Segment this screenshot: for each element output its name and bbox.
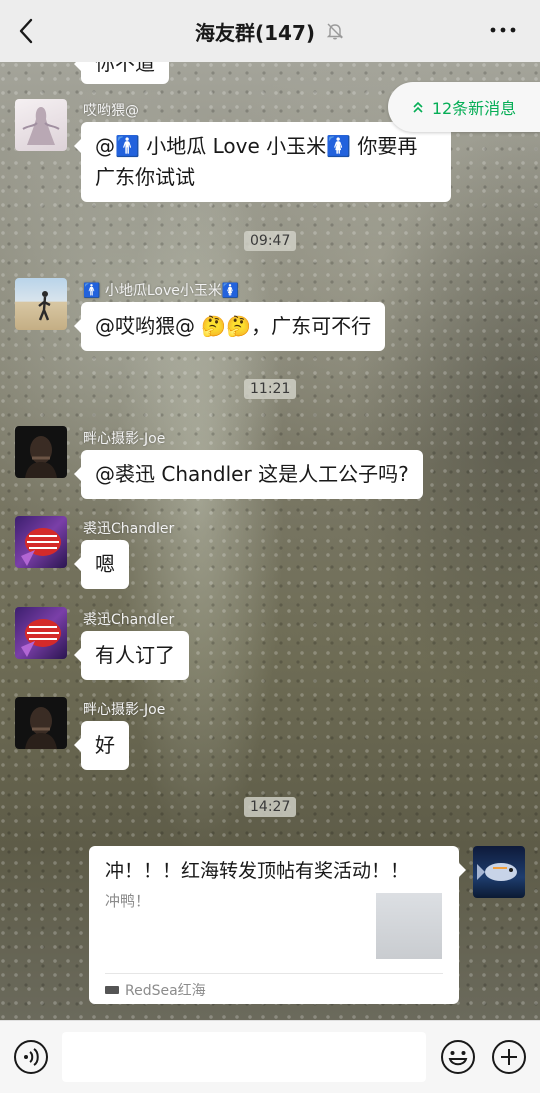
- sender-name: 畔心摄影-Joe: [83, 431, 166, 447]
- more-options-button[interactable]: [488, 20, 518, 40]
- avatar-image: [21, 528, 61, 566]
- sender-name: 裘迅Chandler: [83, 612, 175, 628]
- timestamp: 14:27: [244, 797, 297, 817]
- message-text: @哎哟猥@ 🤔🤔，广东可不行: [95, 314, 372, 338]
- message-text: @🚹 小地瓜 Love 小玉米🚺 你要再广东你试试: [95, 134, 418, 189]
- source-logo-icon: [105, 986, 119, 994]
- input-bar: [0, 1020, 540, 1093]
- sender-name: 哎哟猥@: [83, 103, 139, 119]
- message-bubble[interactable]: 你不道: [74, 62, 169, 84]
- message-text: 你不道: [95, 62, 155, 75]
- message-bubble[interactable]: 嗯: [74, 540, 129, 589]
- link-card-source: RedSea红海: [105, 980, 206, 1000]
- avatar[interactable]: [15, 697, 67, 749]
- chat-title: 海友群(147): [194, 20, 316, 45]
- message-text: 嗯: [95, 552, 115, 576]
- message-bubble[interactable]: @🚹 小地瓜 Love 小玉米🚺 你要再广东你试试: [74, 122, 451, 202]
- timestamp: 11:21: [244, 379, 297, 399]
- my-avatar[interactable]: [473, 846, 525, 898]
- message-input[interactable]: [62, 1032, 426, 1082]
- emoji-icon[interactable]: [440, 1039, 476, 1075]
- link-card-source-name: RedSea红海: [125, 983, 206, 999]
- message-text: 有人订了: [95, 643, 175, 667]
- chat-title-area[interactable]: 海友群(147): [195, 17, 345, 46]
- sender-name: 裘迅Chandler: [83, 521, 175, 537]
- message-bubble[interactable]: @哎哟猥@ 🤔🤔，广东可不行: [73, 302, 386, 351]
- double-chevron-up-icon: [413, 101, 423, 113]
- plus-icon[interactable]: [491, 1039, 527, 1075]
- chat-header: 海友群(147): [0, 0, 540, 62]
- timestamp: 09:47: [244, 231, 297, 251]
- sender-name: 畔心摄影-Joe: [83, 702, 166, 718]
- link-card-divider: [105, 973, 443, 974]
- bell-off-icon: [326, 23, 344, 40]
- avatar[interactable]: [15, 607, 67, 659]
- sender-name: 🚹 小地瓜Love小玉米🚺: [83, 283, 240, 299]
- avatar[interactable]: [15, 278, 67, 330]
- voice-icon[interactable]: [13, 1039, 49, 1075]
- message-bubble[interactable]: 有人订了: [74, 631, 189, 680]
- link-card-thumbnail: [376, 893, 442, 959]
- message-text: @裘迅 Chandler 这是人工公子吗?: [95, 462, 409, 486]
- link-card-description: 冲鸭！: [105, 892, 151, 910]
- message-text: 好: [95, 733, 115, 757]
- avatar-image: [21, 619, 61, 657]
- link-card[interactable]: 冲！！！红海转发顶帖有奖活动！！ 冲鸭！ RedSea红海: [89, 846, 466, 1004]
- avatar-image: [25, 436, 57, 478]
- avatar-image: [38, 291, 51, 321]
- avatar[interactable]: [15, 426, 67, 478]
- avatar[interactable]: [15, 99, 67, 151]
- chat-message-area[interactable]: 你不道 12条新消息 哎哟猥@ @🚹 小地瓜 Love 小玉米🚺 你要再广东你试…: [0, 62, 540, 1020]
- avatar-image: [477, 863, 517, 881]
- back-button[interactable]: [14, 17, 40, 45]
- avatar-image: [25, 707, 57, 749]
- new-messages-label: 12条新消息: [431, 99, 517, 118]
- link-card-title: 冲！！！红海转发顶帖有奖活动！！: [105, 860, 410, 882]
- message-bubble[interactable]: 好: [74, 721, 129, 770]
- new-messages-button[interactable]: 12条新消息: [388, 82, 540, 132]
- avatar-image: [22, 107, 60, 145]
- avatar[interactable]: [15, 516, 67, 568]
- message-bubble[interactable]: @裘迅 Chandler 这是人工公子吗?: [74, 450, 423, 499]
